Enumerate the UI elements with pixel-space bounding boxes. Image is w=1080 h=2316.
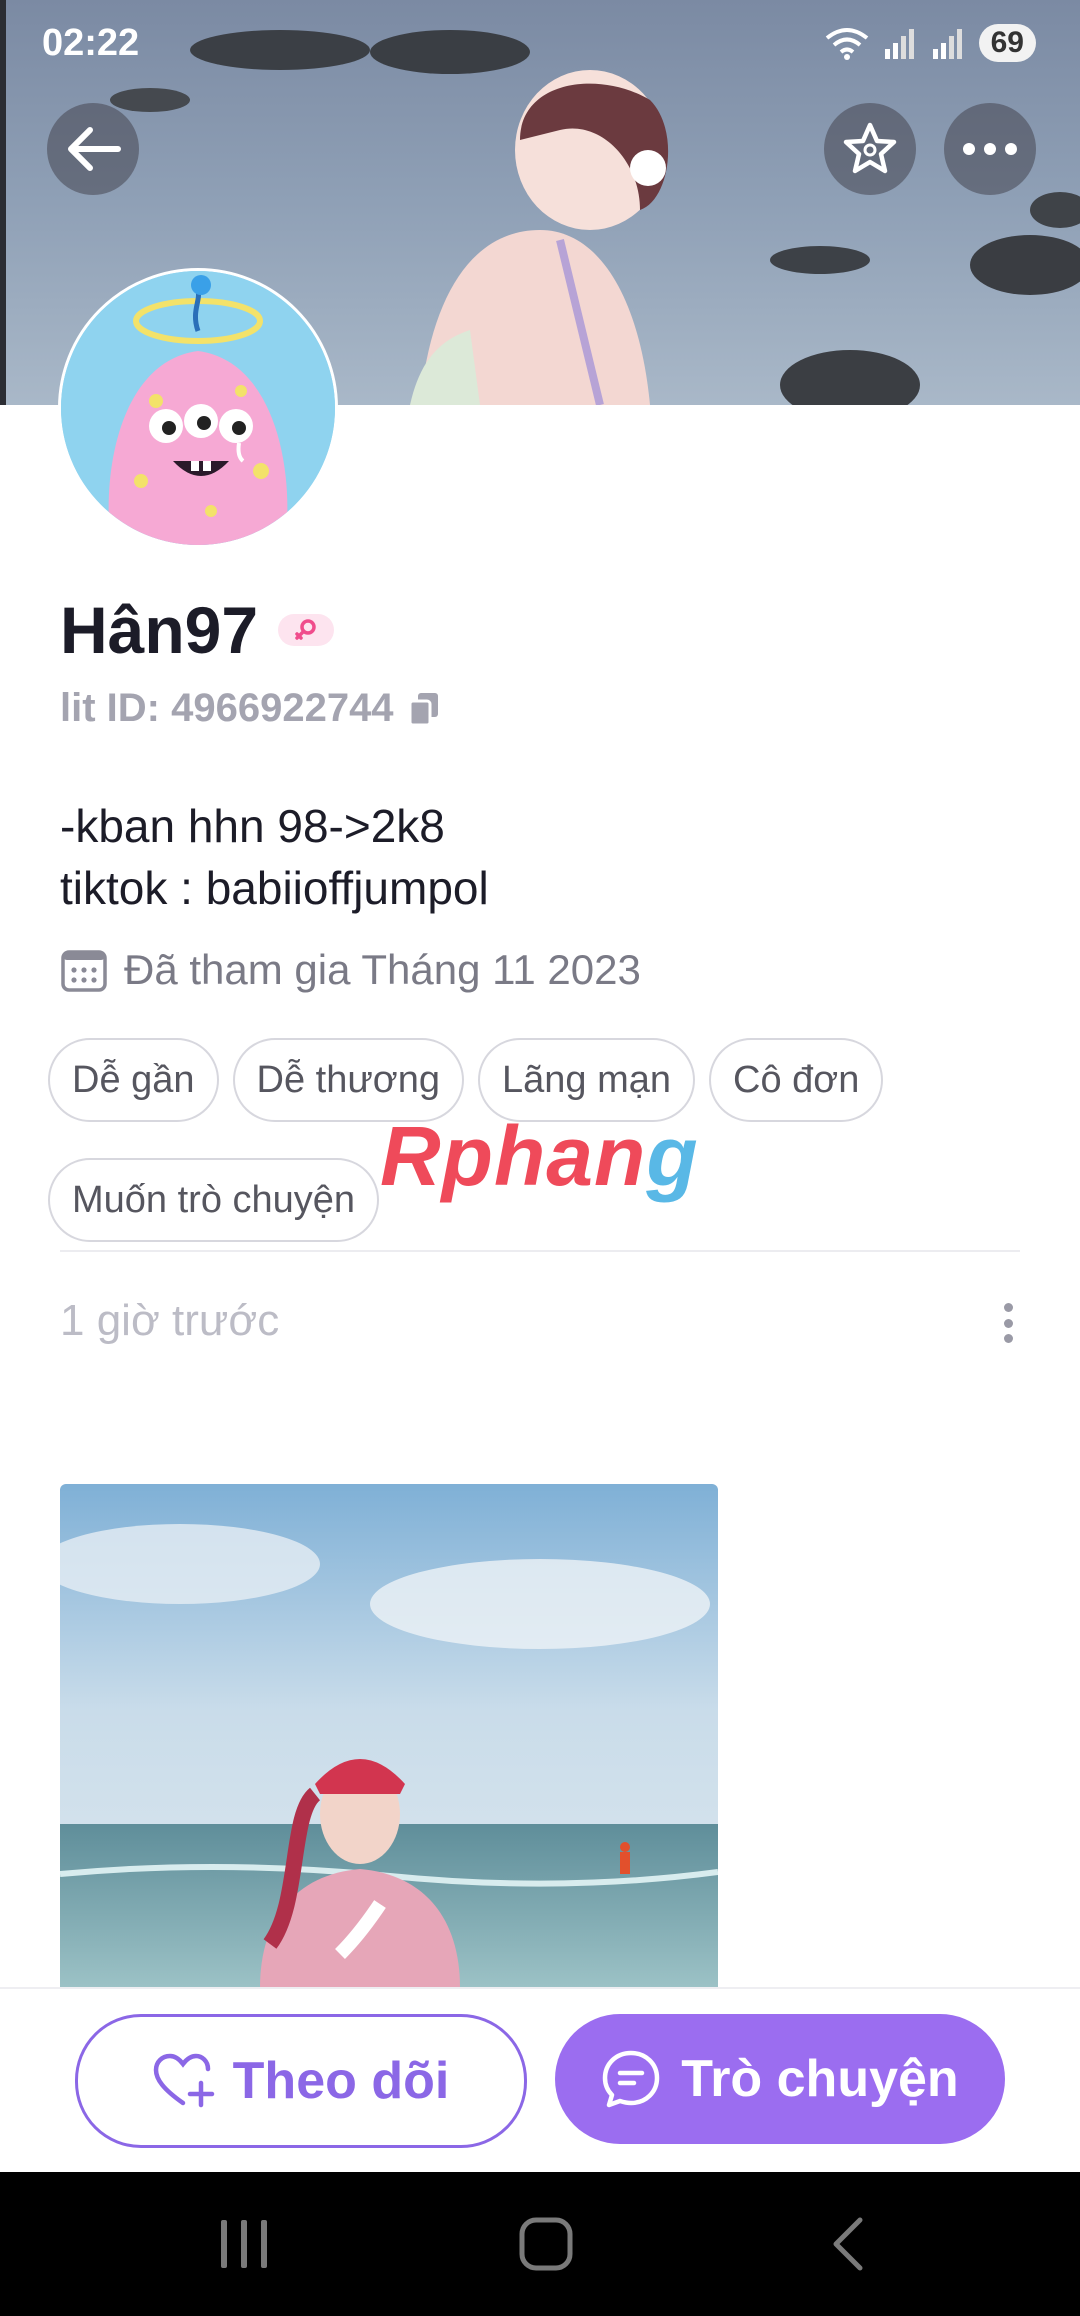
joined-text: Đã tham gia Tháng 11 2023 — [124, 946, 641, 993]
divider — [60, 1250, 1020, 1252]
recents-icon — [221, 2220, 267, 2268]
follow-label: Theo dõi — [232, 2052, 450, 2110]
dot — [1003, 1334, 1013, 1343]
status-icons: 69 — [825, 24, 1036, 62]
favorite-button[interactable] — [824, 103, 916, 195]
copy-icon[interactable] — [408, 691, 440, 727]
back-icon — [833, 2217, 863, 2271]
chat-label: Trò chuyện — [681, 2050, 959, 2108]
more-button[interactable] — [944, 103, 1036, 195]
arrow-left-icon — [68, 127, 121, 171]
calendar-icon — [61, 950, 107, 992]
watermark: Rphang — [380, 1108, 699, 1205]
battery-indicator: 69 — [978, 24, 1036, 62]
back-button[interactable] — [47, 103, 139, 195]
avatar[interactable] — [58, 268, 338, 548]
chat-bubble-icon — [603, 2050, 660, 2108]
post-time: 1 giờ trước — [60, 1296, 280, 1345]
status-bar: 02:22 69 — [0, 0, 1080, 92]
nav-home-button[interactable] — [506, 2208, 586, 2280]
signal-icon-2 — [932, 29, 962, 59]
lit-id: lit ID: 4966922744 — [60, 686, 394, 730]
joined-row: Đã tham gia Tháng 11 2023 — [60, 946, 641, 994]
more-horizontal-icon — [963, 143, 1017, 155]
tag-chip: Muốn trò chuyện — [48, 1158, 380, 1242]
tag-chip: Dễ gần — [48, 1038, 219, 1122]
watermark-part2: g — [646, 1109, 699, 1203]
heart-plus-icon — [153, 2053, 214, 2108]
gender-badge — [278, 614, 335, 646]
lit-id-row[interactable]: lit ID: 4966922744 — [60, 686, 440, 731]
post-more-button[interactable] — [1000, 1303, 1016, 1343]
nav-back-button[interactable] — [808, 2208, 888, 2280]
bio-line-2: tiktok : babiioffjumpol — [60, 862, 489, 914]
tag-chip: Cô đơn — [709, 1038, 884, 1122]
signal-icon — [884, 29, 914, 59]
star-icon — [843, 122, 897, 174]
username: Hân97 — [60, 593, 259, 667]
post-image[interactable] — [60, 1484, 718, 1988]
bio-line-1: -kban hhn 98->2k8 — [60, 800, 445, 852]
status-time: 02:22 — [42, 22, 140, 64]
nav-recents-button[interactable] — [204, 2208, 284, 2280]
female-icon — [295, 619, 316, 640]
dot — [1003, 1318, 1013, 1328]
watermark-part1: Rphan — [380, 1109, 647, 1203]
chat-button[interactable]: Trò chuyện — [555, 2014, 1005, 2144]
home-icon — [519, 2217, 573, 2271]
system-nav-bar — [0, 2172, 1080, 2316]
dot — [1003, 1303, 1013, 1312]
follow-button[interactable]: Theo dõi — [75, 2014, 527, 2148]
wifi-icon — [825, 28, 868, 60]
bio: -kban hhn 98->2k8 tiktok : babiioffjumpo… — [60, 795, 489, 919]
username-row: Hân97 — [60, 592, 335, 668]
